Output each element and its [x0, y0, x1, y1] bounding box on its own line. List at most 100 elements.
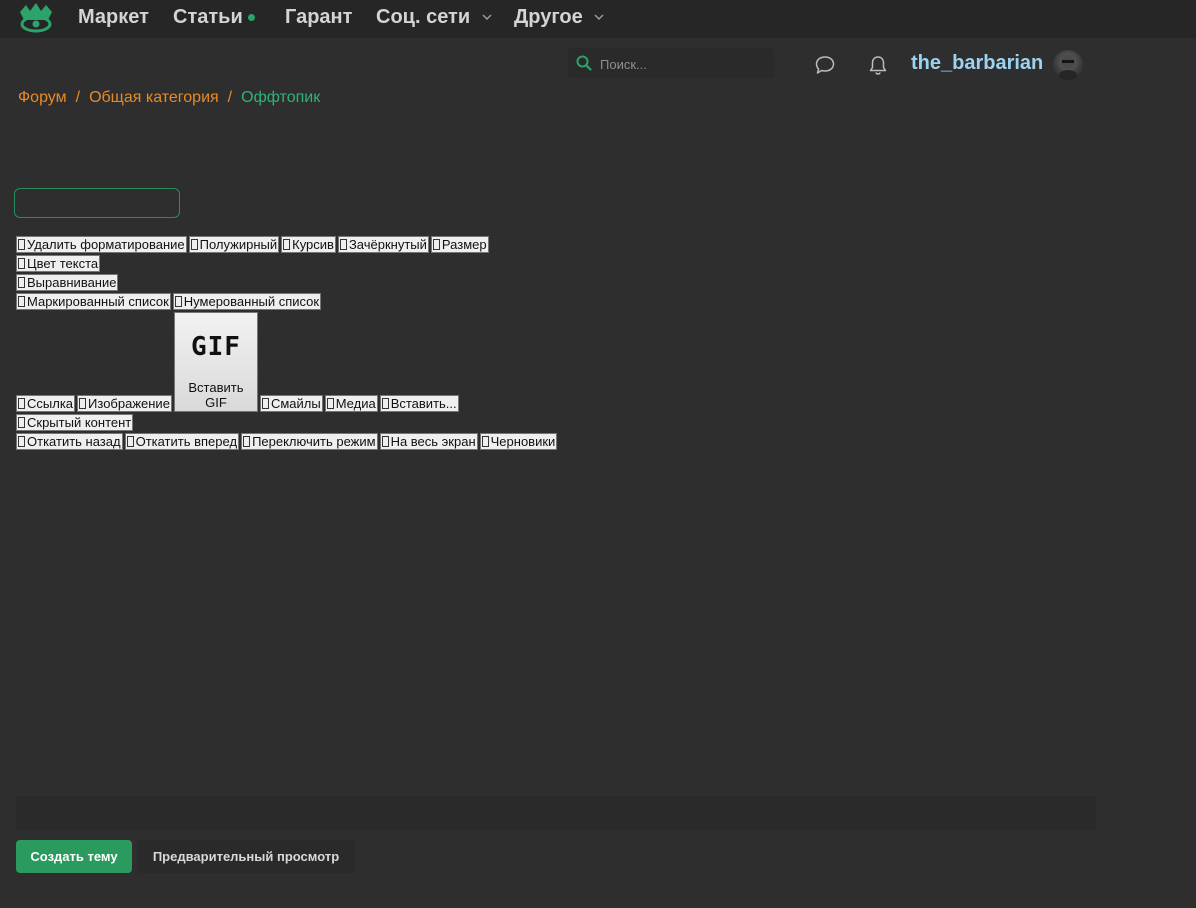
avatar-image — [1057, 55, 1079, 80]
breadcrumb-general-category[interactable]: Общая категория — [89, 89, 219, 106]
toolbar-row-insert: Ссылка Изображение GIF Вставить GIF Смай… — [16, 312, 461, 412]
link-icon — [18, 398, 25, 409]
button-label: Зачёркнутый — [348, 237, 427, 252]
button-label: Переключить режим — [252, 434, 376, 449]
undo-icon — [18, 436, 25, 447]
undo-button[interactable]: Откатить назад — [16, 433, 123, 450]
redo-icon — [126, 436, 134, 447]
image-icon — [79, 398, 87, 409]
bold-icon — [190, 239, 198, 250]
button-label: Черновики — [490, 434, 556, 449]
button-label: Скрытый контент — [27, 415, 132, 430]
link-button[interactable]: Ссылка — [16, 395, 76, 412]
drafts-button[interactable]: Черновики — [479, 433, 558, 450]
nav-item-guarantor[interactable]: Гарант — [285, 5, 352, 29]
breadcrumb-offtopic[interactable]: Оффтопик — [241, 89, 320, 106]
button-label: Размер — [441, 237, 487, 252]
numbered-list-icon — [174, 296, 182, 307]
toolbar-row-color: Цвет текста — [16, 255, 102, 272]
new-content-dot — [247, 14, 255, 22]
numbered-list-button[interactable]: Нумерованный список — [172, 293, 322, 310]
button-label: Полужирный — [199, 237, 278, 252]
message-editor[interactable] — [16, 458, 1096, 794]
bell-icon[interactable] — [867, 54, 889, 76]
toolbar-row-history: Откатить назад Откатить вперед Переключи… — [16, 433, 559, 450]
bold-button[interactable]: Полужирный — [188, 236, 280, 253]
editor-footer-bar — [16, 796, 1096, 830]
site-logo-icon[interactable] — [18, 2, 54, 34]
toggle-mode-icon — [243, 436, 251, 447]
nav-item-label: Маркет — [78, 6, 149, 28]
text-color-button[interactable]: Цвет текста — [16, 255, 101, 272]
italic-button[interactable]: Курсив — [281, 236, 336, 253]
bulleted-list-button[interactable]: Маркированный список — [16, 293, 171, 310]
insert-gif-button[interactable]: GIF Вставить GIF — [173, 312, 258, 412]
italic-icon — [283, 239, 291, 250]
thread-title-input[interactable] — [14, 188, 180, 218]
button-label: Смайлы — [270, 396, 321, 411]
button-label: Удалить форматирование — [27, 237, 185, 252]
button-label: Изображение — [88, 396, 170, 411]
media-icon — [326, 398, 334, 409]
alignment-icon — [18, 277, 25, 288]
drafts-icon — [481, 436, 489, 447]
button-label: Выравнивание — [27, 275, 117, 290]
hidden-content-button[interactable]: Скрытый контент — [16, 414, 134, 431]
toolbar-row-hidden: Скрытый контент — [16, 414, 135, 431]
gif-icon: GIF — [190, 332, 241, 362]
breadcrumb: Форум / Общая категория / Оффтопик — [18, 89, 320, 107]
button-label: Маркированный список — [27, 294, 169, 309]
insert-more-icon — [381, 398, 389, 409]
button-label: Откатить вперед — [135, 434, 238, 449]
redo-button[interactable]: Откатить вперед — [124, 433, 240, 450]
breadcrumb-separator: / — [75, 89, 81, 106]
media-button[interactable]: Медиа — [324, 395, 378, 412]
chevron-down-icon — [482, 14, 492, 21]
insert-more-button[interactable]: Вставить... — [379, 395, 459, 412]
button-label: Вставить GIF — [188, 380, 244, 410]
nav-item-label: Соц. сети — [376, 6, 471, 28]
smilies-button[interactable]: Смайлы — [259, 395, 323, 412]
username-link[interactable]: the_barbarian — [911, 51, 1043, 75]
button-label: Откатить назад — [27, 434, 121, 449]
nav-item-label: Другое — [514, 6, 583, 28]
nav-item-other[interactable]: Другое — [514, 5, 604, 29]
fullscreen-icon — [381, 436, 389, 447]
chevron-down-icon — [594, 14, 604, 21]
button-label: Ссылка — [27, 396, 74, 411]
toggle-mode-button[interactable]: Переключить режим — [241, 433, 378, 450]
button-label: Нумерованный список — [183, 294, 320, 309]
button-label: Курсив — [292, 237, 334, 252]
font-size-icon — [432, 239, 440, 250]
top-navigation-bar: Маркет Статьи Гарант Соц. сети Другое — [0, 0, 1196, 38]
preview-button[interactable]: Предварительный просмотр — [137, 840, 355, 873]
nav-item-label: Гарант — [285, 6, 353, 28]
search-icon[interactable] — [576, 55, 592, 71]
toolbar-row-lists: Маркированный список Нумерованный список — [16, 293, 323, 310]
nav-item-articles[interactable]: Статьи — [173, 5, 255, 29]
button-label: Вставить... — [390, 396, 457, 411]
strikethrough-icon — [339, 239, 347, 250]
button-label: Цвет текста — [27, 256, 99, 271]
bulleted-list-icon — [18, 296, 25, 307]
remove-formatting-button[interactable]: Удалить форматирование — [16, 236, 187, 253]
search-input[interactable] — [598, 48, 772, 80]
smilies-icon — [261, 398, 269, 409]
toolbar-row-formatting: Удалить форматирование Полужирный Курсив… — [16, 236, 491, 253]
text-color-icon — [18, 258, 25, 269]
breadcrumb-forum[interactable]: Форум — [18, 89, 67, 106]
button-label: Медиа — [335, 396, 376, 411]
image-button[interactable]: Изображение — [77, 395, 172, 412]
strikethrough-button[interactable]: Зачёркнутый — [337, 236, 429, 253]
font-size-button[interactable]: Размер — [430, 236, 489, 253]
breadcrumb-separator: / — [227, 89, 233, 106]
nav-item-label: Статьи — [173, 6, 243, 28]
create-thread-button[interactable]: Создать тему — [16, 840, 132, 873]
toolbar-row-align: Выравнивание — [16, 274, 120, 291]
avatar[interactable] — [1053, 50, 1083, 80]
nav-item-social[interactable]: Соц. сети — [376, 5, 492, 29]
chat-icon[interactable] — [814, 54, 836, 76]
alignment-button[interactable]: Выравнивание — [16, 274, 119, 291]
fullscreen-button[interactable]: На весь экран — [379, 433, 478, 450]
nav-item-market[interactable]: Маркет — [78, 5, 149, 29]
